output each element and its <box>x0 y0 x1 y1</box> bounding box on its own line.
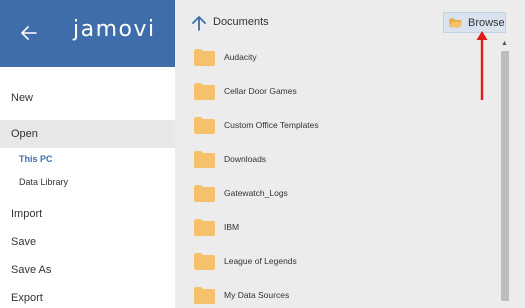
folder-name: League of Legends <box>224 256 297 266</box>
app-window: jamovi New Open This PC Data Library Imp… <box>0 0 525 308</box>
list-item[interactable]: Downloads <box>175 142 495 176</box>
open-folder-icon <box>449 18 463 28</box>
menu-item-open[interactable]: Open <box>0 120 175 148</box>
current-path: Documents <box>213 16 269 28</box>
scroll-thumb[interactable] <box>501 51 509 301</box>
menu-item-save-as[interactable]: Save As <box>0 256 175 284</box>
menu-subitem-data-library[interactable]: Data Library <box>0 171 175 194</box>
folder-name: Custom Office Templates <box>224 120 319 130</box>
back-arrow-icon <box>21 26 37 40</box>
back-button[interactable] <box>14 18 44 48</box>
folder-icon <box>194 48 215 66</box>
folder-name: My Data Sources <box>224 290 290 300</box>
list-item[interactable]: League of Legends <box>175 244 495 278</box>
app-logo: jamovi <box>73 17 156 42</box>
folder-name: Gatewatch_Logs <box>224 188 288 198</box>
folder-name: Downloads <box>224 154 267 164</box>
folder-icon <box>194 116 215 134</box>
folder-name: IBM <box>224 222 240 232</box>
brand-bar: jamovi <box>0 0 175 67</box>
browse-label: Browse <box>468 16 505 29</box>
menu-subitem-this-pc[interactable]: This PC <box>0 148 175 171</box>
menu-item-save[interactable]: Save <box>0 228 175 256</box>
sidebar: jamovi New Open This PC Data Library Imp… <box>0 0 175 308</box>
file-menu: New Open This PC Data Library Import Sav… <box>0 67 175 308</box>
list-item[interactable]: Audacity <box>175 40 495 74</box>
list-item[interactable]: Cellar Door Games <box>175 74 495 108</box>
menu-item-import[interactable]: Import <box>0 200 175 228</box>
list-item[interactable]: My Data Sources <box>175 278 495 308</box>
up-arrow-icon[interactable] <box>192 15 206 31</box>
folder-name: Cellar Door Games <box>224 86 297 96</box>
folder-name: Audacity <box>224 52 257 62</box>
folder-icon <box>194 252 215 270</box>
folder-list: Audacity Cellar Door Games Custom Office… <box>175 40 495 308</box>
file-browser: Documents Browse Audacity Cellar Door Ga… <box>175 0 525 308</box>
scrollbar[interactable]: ▲ <box>500 40 510 302</box>
red-arrow-icon <box>476 31 488 100</box>
menu-item-export[interactable]: Export <box>0 284 175 308</box>
folder-icon <box>194 82 215 100</box>
list-item[interactable]: IBM <box>175 210 495 244</box>
folder-icon <box>194 150 215 168</box>
folder-icon <box>194 184 215 202</box>
folder-icon <box>194 218 215 236</box>
list-item[interactable]: Custom Office Templates <box>175 108 495 142</box>
folder-icon <box>194 286 215 304</box>
scroll-up-icon[interactable]: ▲ <box>501 40 508 47</box>
browser-header: Documents Browse <box>175 0 525 40</box>
list-item[interactable]: Gatewatch_Logs <box>175 176 495 210</box>
menu-item-new[interactable]: New <box>0 84 175 112</box>
